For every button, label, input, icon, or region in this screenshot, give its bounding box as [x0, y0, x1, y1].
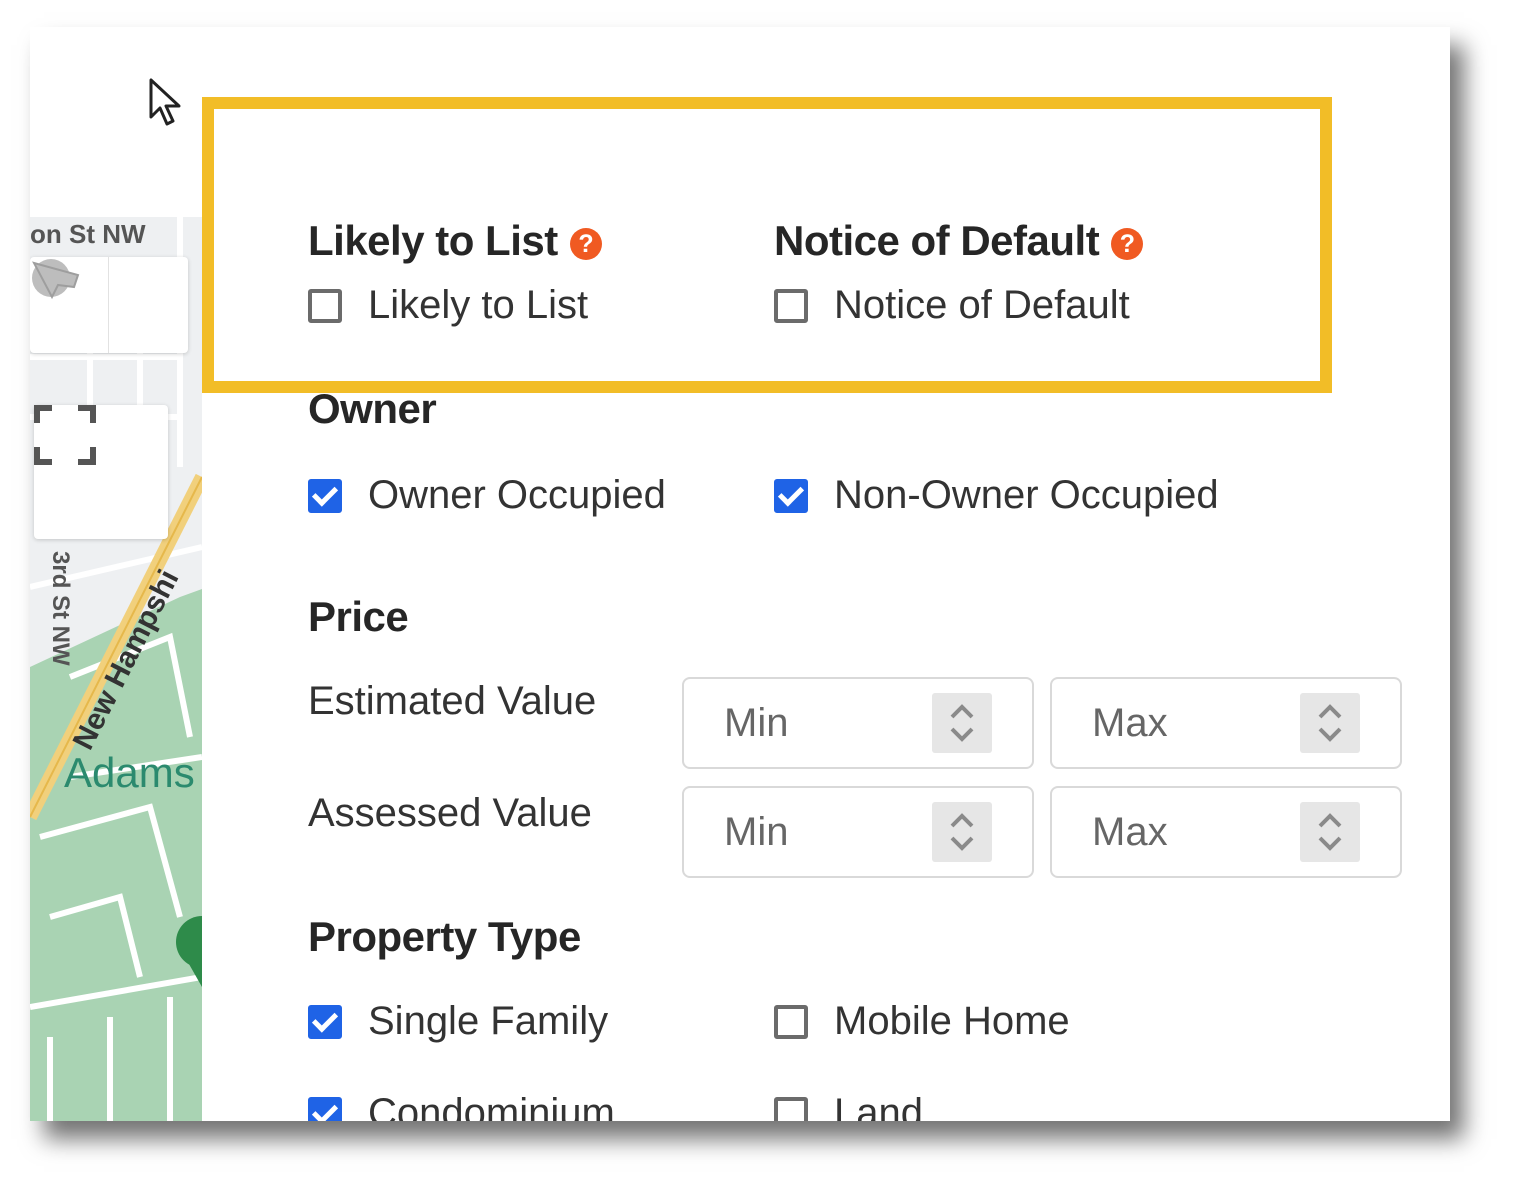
checkbox-label: Likely to List	[368, 283, 589, 327]
stepper-arrows-icon[interactable]	[1300, 693, 1360, 753]
checkbox[interactable]	[308, 288, 342, 323]
stepper-arrows-icon[interactable]	[1300, 802, 1360, 862]
property-type-heading: Property Type	[308, 913, 581, 960]
checkbox-label: Land	[834, 1091, 923, 1121]
estimated-value-label: Estimated Value	[308, 679, 597, 723]
checkbox[interactable]	[774, 1096, 808, 1121]
notice-of-default-heading: Notice of Default?	[774, 217, 1144, 265]
single-family-checkbox[interactable]: Single Family	[308, 999, 608, 1044]
checkbox-checked[interactable]	[308, 1004, 342, 1039]
number-field[interactable]	[724, 697, 914, 749]
checkbox-label: Owner Occupied	[368, 473, 666, 517]
checkbox[interactable]	[774, 1004, 808, 1039]
checkbox-checked[interactable]	[774, 478, 808, 513]
checkbox-checked[interactable]	[308, 1096, 342, 1121]
checkbox-label: Single Family	[368, 999, 609, 1043]
checkbox-label: Notice of Default	[834, 283, 1130, 327]
filters-panel: Likely to List? Likely to List Notice of…	[202, 27, 1450, 1121]
checkbox-label: Non-Owner Occupied	[834, 473, 1219, 517]
number-field[interactable]	[1092, 697, 1282, 749]
number-field[interactable]	[1092, 806, 1282, 858]
map-street-label: 3rd St NW	[47, 551, 74, 666]
owner-heading: Owner	[308, 385, 437, 432]
checkbox-checked[interactable]	[308, 478, 342, 513]
map-view[interactable]: on St NW 3rd St NW New Hampshi Adams	[30, 217, 202, 1121]
map-street-label: on St NW	[30, 219, 146, 249]
fullscreen-button[interactable]	[34, 405, 168, 539]
number-field[interactable]	[724, 806, 914, 858]
checkbox[interactable]	[774, 288, 808, 323]
map-park-label: Adams	[64, 749, 195, 796]
likely-to-list-heading: Likely to List?	[308, 217, 602, 265]
likely-to-list-checkbox[interactable]: Likely to List	[308, 283, 588, 328]
draw-tools	[30, 257, 188, 353]
owner-occupied-checkbox[interactable]: Owner Occupied	[308, 473, 666, 518]
land-checkbox[interactable]: Land	[774, 1091, 923, 1121]
checkbox-label: Condominium	[368, 1091, 615, 1121]
price-heading: Price	[308, 593, 409, 640]
assessed-value-max-input[interactable]	[1050, 786, 1402, 878]
notice-of-default-checkbox[interactable]: Notice of Default	[774, 283, 1130, 328]
help-icon[interactable]: ?	[569, 228, 602, 260]
help-icon[interactable]: ?	[1111, 228, 1144, 260]
estimated-value-min-input[interactable]	[682, 677, 1034, 769]
assessed-value-label: Assessed Value	[308, 791, 592, 835]
stepper-arrows-icon[interactable]	[932, 693, 992, 753]
app-window: on St NW 3rd St NW New Hampshi Adams Lik…	[30, 27, 1450, 1121]
checkbox-label: Mobile Home	[834, 999, 1070, 1043]
mobile-home-checkbox[interactable]: Mobile Home	[774, 999, 1070, 1044]
condominium-checkbox[interactable]: Condominium	[308, 1091, 615, 1121]
estimated-value-max-input[interactable]	[1050, 677, 1402, 769]
assessed-value-min-input[interactable]	[682, 786, 1034, 878]
cursor-icon	[148, 77, 184, 134]
draw-polygon-button[interactable]	[32, 257, 187, 353]
stepper-arrows-icon[interactable]	[932, 802, 992, 862]
non-owner-occupied-checkbox[interactable]: Non-Owner Occupied	[774, 473, 1219, 518]
